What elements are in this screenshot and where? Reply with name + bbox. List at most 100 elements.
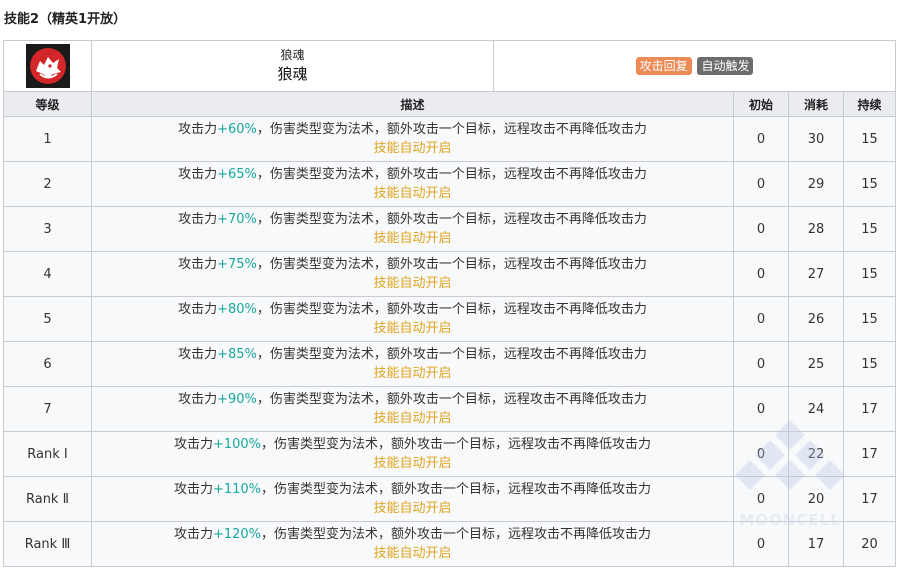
level-cell: 7 (3, 386, 92, 432)
auto-activate-note: 技能自动开启 (373, 546, 452, 561)
attack-bonus-value: +60% (217, 122, 257, 137)
skill-header-row: 狼魂 狼魂 攻击回复 自动触发 (3, 40, 897, 92)
description-cell: 攻击力+65%，伤害类型变为法术，额外攻击一个目标，远程攻击不再降低攻击力技能自… (91, 161, 734, 207)
initial-sp-cell: 0 (733, 296, 789, 342)
description-suffix: ，伤害类型变为法术，额外攻击一个目标，远程攻击不再降低攻击力 (256, 392, 647, 407)
description-cell: 攻击力+80%，伤害类型变为法术，额外攻击一个目标，远程攻击不再降低攻击力 技能自… (91, 296, 734, 342)
level-cell: Rank Ⅱ (3, 476, 92, 522)
skill-name: 狼魂 (277, 65, 308, 83)
auto-activate-note: 技能自动开启 (373, 141, 452, 156)
description-suffix: ，伤害类型变为法术，额外攻击一个目标，远程攻击不再降低攻击力 (256, 302, 647, 317)
attack-bonus-value: +100% (212, 437, 262, 452)
sp-cost-cell: 25 (788, 341, 844, 387)
sp-cost-cell: 26 (788, 296, 844, 342)
description-line: 攻击力+85%，伤害类型变为法术，额外攻击一个目标，远程攻击不再降低攻击力 (92, 345, 733, 364)
level-cell: Rank Ⅲ (3, 521, 92, 567)
attack-bonus-value: +85% (217, 347, 257, 362)
duration-cell: 15 (842, 251, 897, 297)
sp-cost-cell: 30 (788, 116, 844, 162)
table-row: 4 攻击力+75%，伤害类型变为法术，额外攻击一个目标，远程攻击不再降低攻击力技能… (3, 251, 897, 297)
tag-auto-trigger: 自动触发 (697, 57, 754, 75)
duration-cell: 17 (842, 476, 897, 522)
description-suffix: ，伤害类型变为法术，额外攻击一个目标，远程攻击不再降低攻击力 (256, 257, 647, 272)
description-cell: 攻击力+120%，伤害类型变为法术，额外攻击一个目标，远程攻击不再降低攻击力技能… (91, 521, 734, 567)
description-prefix: 攻击力 (178, 392, 218, 407)
col-header-desc: 描述 (91, 91, 734, 117)
description-suffix: ，伤害类型变为法术，额外攻击一个目标，远程攻击不再降低攻击力 (256, 122, 647, 137)
level-cell: 6 (3, 341, 92, 387)
description-prefix: 攻击力 (178, 347, 218, 362)
level-cell: 5 (3, 296, 92, 342)
duration-cell: 15 (842, 206, 897, 252)
skill-name-cell: 狼魂 狼魂 (91, 40, 494, 92)
level-cell: 3 (3, 206, 92, 252)
description-line: 攻击力+120%，伤害类型变为法术，额外攻击一个目标，远程攻击不再降低攻击力 (92, 525, 733, 544)
initial-sp-cell: 0 (733, 116, 789, 162)
sp-cost-cell: 27 (788, 251, 844, 297)
wolf-head-icon (25, 44, 70, 88)
description-cell: 攻击力+90%，伤害类型变为法术，额外攻击一个目标，远程攻击不再降低攻击力技能自… (91, 386, 734, 432)
duration-cell: 17 (842, 431, 897, 477)
auto-activate-note: 技能自动开启 (373, 366, 452, 381)
table-row: 7 攻击力+90%，伤害类型变为法术，额外攻击一个目标，远程攻击不再降低攻击力技能… (3, 386, 897, 432)
description-line: 攻击力+75%，伤害类型变为法术，额外攻击一个目标，远程攻击不再降低攻击力 (92, 255, 733, 274)
table-row: Rank Ⅲ 攻击力+120%，伤害类型变为法术，额外攻击一个目标，远程攻击不再降… (3, 521, 897, 567)
attack-bonus-value: +80% (217, 302, 257, 317)
initial-sp-cell: 0 (733, 476, 789, 522)
auto-activate-note: 技能自动开启 (373, 411, 452, 426)
duration-cell: 20 (842, 521, 897, 567)
description-prefix: 攻击力 (178, 122, 218, 137)
description-suffix: ，伤害类型变为法术，额外攻击一个目标，远程攻击不再降低攻击力 (261, 527, 652, 542)
auto-activate-note: 技能自动开启 (373, 186, 452, 201)
description-cell: 攻击力+100%，伤害类型变为法术，额外攻击一个目标，远程攻击不再降低攻击力 技能… (91, 431, 734, 477)
level-cell: Rank Ⅰ (3, 431, 92, 477)
attack-bonus-value: +65% (217, 167, 257, 182)
description-line: 攻击力+80%，伤害类型变为法术，额外攻击一个目标，远程攻击不再降低攻击力 (92, 300, 733, 319)
table-row: Rank Ⅱ 攻击力+110%，伤害类型变为法术，额外攻击一个目标，远程攻击不再降… (3, 476, 897, 522)
skill-name-small: 狼魂 (280, 48, 305, 62)
description-suffix: ，伤害类型变为法术，额外攻击一个目标，远程攻击不再降低攻击力 (261, 482, 652, 497)
level-cell: 2 (3, 161, 92, 207)
initial-sp-cell: 0 (733, 161, 789, 207)
description-suffix: ，伤害类型变为法术，额外攻击一个目标，远程攻击不再降低攻击力 (256, 347, 647, 362)
auto-activate-note: 技能自动开启 (373, 456, 452, 471)
description-prefix: 攻击力 (173, 482, 213, 497)
duration-cell: 15 (842, 116, 897, 162)
attack-bonus-value: +120% (212, 527, 262, 542)
duration-cell: 15 (842, 296, 897, 342)
description-cell: 攻击力+75%，伤害类型变为法术，额外攻击一个目标，远程攻击不再降低攻击力技能自… (91, 251, 734, 297)
table-row: 3 攻击力+70%，伤害类型变为法术，额外攻击一个目标，远程攻击不再降低攻击力技能… (3, 206, 897, 252)
auto-activate-note: 技能自动开启 (373, 276, 452, 291)
sp-cost-cell: 20 (788, 476, 844, 522)
skill-icon-cell (3, 40, 92, 92)
sp-cost-cell: 22 (788, 431, 844, 477)
level-cell: 4 (3, 251, 92, 297)
sp-cost-cell: 17 (788, 521, 844, 567)
table-row: 2 攻击力+65%，伤害类型变为法术，额外攻击一个目标，远程攻击不再降低攻击力技能… (3, 161, 897, 207)
description-prefix: 攻击力 (178, 212, 218, 227)
description-cell: 攻击力+60%，伤害类型变为法术，额外攻击一个目标，远程攻击不再降低攻击力技能自… (91, 116, 734, 162)
description-line: 攻击力+110%，伤害类型变为法术，额外攻击一个目标，远程攻击不再降低攻击力 (92, 480, 733, 499)
initial-sp-cell: 0 (733, 251, 789, 297)
description-cell: 攻击力+110%，伤害类型变为法术，额外攻击一个目标，远程攻击不再降低攻击力技能… (91, 476, 734, 522)
description-prefix: 攻击力 (178, 302, 218, 317)
auto-activate-note: 技能自动开启 (373, 231, 452, 246)
sp-cost-cell: 29 (788, 161, 844, 207)
table-row: Rank Ⅰ 攻击力+100%，伤害类型变为法术，额外攻击一个目标，远程攻击不再降… (3, 431, 897, 477)
description-line: 攻击力+70%，伤害类型变为法术，额外攻击一个目标，远程攻击不再降低攻击力 (92, 210, 733, 229)
description-prefix: 攻击力 (178, 257, 218, 272)
description-suffix: ，伤害类型变为法术，额外攻击一个目标，远程攻击不再降低攻击力 (256, 212, 647, 227)
sp-cost-cell: 28 (788, 206, 844, 252)
initial-sp-cell: 0 (733, 206, 789, 252)
description-line: 攻击力+90%，伤害类型变为法术，额外攻击一个目标，远程攻击不再降低攻击力 (92, 390, 733, 409)
auto-activate-note: 技能自动开启 (373, 501, 452, 516)
column-header-row: 等级 描述 初始 消耗 持续 (3, 91, 897, 117)
skill-tags-cell: 攻击回复 自动触发 (492, 40, 897, 92)
duration-cell: 17 (842, 386, 897, 432)
table-row: 5 攻击力+80%，伤害类型变为法术，额外攻击一个目标，远程攻击不再降低攻击力 技能… (3, 296, 897, 342)
col-header-duration: 持续 (842, 91, 897, 117)
col-header-initial: 初始 (733, 91, 789, 117)
initial-sp-cell: 0 (733, 341, 789, 387)
description-line: 攻击力+65%，伤害类型变为法术，额外攻击一个目标，远程攻击不再降低攻击力 (92, 165, 733, 184)
description-cell: 攻击力+70%，伤害类型变为法术，额外攻击一个目标，远程攻击不再降低攻击力技能自… (91, 206, 734, 252)
